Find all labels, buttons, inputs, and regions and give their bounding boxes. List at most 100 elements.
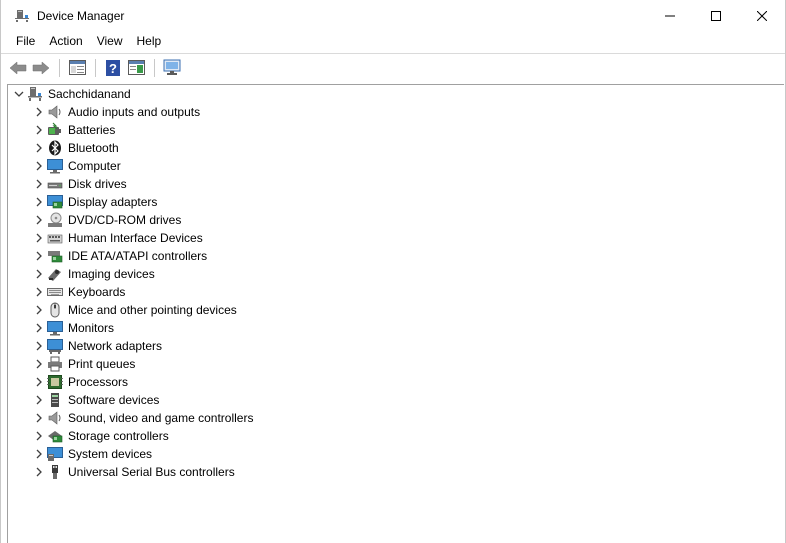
- expand-chevron-icon[interactable]: [31, 356, 47, 372]
- tree-item-batteries[interactable]: Batteries: [31, 121, 115, 139]
- monitor-icon: [47, 158, 63, 174]
- camera-icon: [47, 266, 63, 282]
- menu-file[interactable]: File: [9, 31, 42, 52]
- computer-tower-icon: [27, 86, 43, 102]
- printer-icon: [47, 356, 63, 372]
- show-hide-console-tree-icon: [127, 60, 145, 75]
- expand-chevron-icon[interactable]: [31, 140, 47, 156]
- tree-item-universal-serial-bus-controllers[interactable]: Universal Serial Bus controllers: [31, 463, 235, 481]
- tree-item-keyboards[interactable]: Keyboards: [31, 283, 125, 301]
- tree-item-monitors[interactable]: Monitors: [31, 319, 114, 337]
- tree-item-audio-inputs-and-outputs[interactable]: Audio inputs and outputs: [31, 103, 200, 121]
- forward-arrow-icon: [32, 60, 50, 75]
- disk-drive-icon: [47, 176, 63, 192]
- properties-pane-icon: [68, 60, 86, 75]
- mouse-icon: [47, 302, 63, 318]
- expand-chevron-icon[interactable]: [31, 104, 47, 120]
- toolbar-separator: [154, 58, 155, 77]
- close-button[interactable]: [739, 0, 785, 31]
- battery-icon: [47, 122, 63, 138]
- tree-item-ide-ata-atapi-controllers[interactable]: IDE ATA/ATAPI controllers: [31, 247, 207, 265]
- toolbar-separator: [95, 58, 96, 77]
- tree-item-human-interface-devices[interactable]: Human Interface Devices: [31, 229, 203, 247]
- system-device-icon: [47, 446, 63, 462]
- expand-chevron-icon[interactable]: [31, 266, 47, 282]
- tree-item-print-queues[interactable]: Print queues: [31, 355, 135, 373]
- help-icon: ?: [106, 59, 120, 76]
- tree-item-network-adapters[interactable]: Network adapters: [31, 337, 162, 355]
- expand-chevron-icon[interactable]: [31, 122, 47, 138]
- minimize-icon: [665, 15, 675, 16]
- expand-chevron-icon[interactable]: [31, 374, 47, 390]
- tree-root[interactable]: Sachchidanand: [11, 85, 131, 103]
- tree-item-software-devices[interactable]: Software devices: [31, 391, 159, 409]
- tree-item-storage-controllers[interactable]: Storage controllers: [31, 427, 169, 445]
- device-manager-app-icon: [15, 9, 29, 22]
- properties-pane-button[interactable]: [66, 57, 88, 79]
- menu-bar: File Action View Help: [1, 31, 785, 52]
- expand-chevron-icon[interactable]: [31, 302, 47, 318]
- collapse-chevron-icon[interactable]: [11, 86, 27, 102]
- forward-button[interactable]: [30, 57, 52, 79]
- window-title: Device Manager: [37, 8, 125, 23]
- menu-help[interactable]: Help: [130, 31, 169, 52]
- maximize-button[interactable]: [693, 0, 739, 31]
- bluetooth-icon: [47, 140, 63, 156]
- tree-item-computer[interactable]: Computer: [31, 157, 121, 175]
- processor-icon: [47, 374, 63, 390]
- toolbar: ?: [1, 53, 785, 82]
- tree-item-disk-drives[interactable]: Disk drives: [31, 175, 127, 193]
- tree-item-processors[interactable]: Processors: [31, 373, 128, 391]
- device-manager-window: Device Manager File Action View Help ? S…: [0, 0, 786, 543]
- expand-chevron-icon[interactable]: [31, 446, 47, 462]
- network-adapter-icon: [47, 338, 63, 354]
- tree-item-display-adapters[interactable]: Display adapters: [31, 193, 157, 211]
- display-adapter-icon: [47, 194, 63, 210]
- expand-chevron-icon[interactable]: [31, 338, 47, 354]
- svg-text:?: ?: [109, 61, 117, 76]
- expand-chevron-icon[interactable]: [31, 194, 47, 210]
- dvd-drive-icon: [47, 212, 63, 228]
- help-button[interactable]: ?: [102, 57, 124, 79]
- close-icon: [757, 10, 767, 21]
- expand-chevron-icon[interactable]: [31, 158, 47, 174]
- hid-icon: [47, 230, 63, 246]
- toolbar-separator: [59, 58, 60, 77]
- tree-item-imaging-devices[interactable]: Imaging devices: [31, 265, 155, 283]
- back-button[interactable]: [7, 57, 29, 79]
- menu-action[interactable]: Action: [42, 31, 89, 52]
- speaker-icon: [47, 104, 63, 120]
- scan-hardware-icon: [163, 59, 181, 75]
- tree-item-bluetooth[interactable]: Bluetooth: [31, 139, 119, 157]
- expand-chevron-icon[interactable]: [31, 392, 47, 408]
- minimize-button[interactable]: [647, 0, 693, 31]
- tree-item-sound-video-and-game-controllers[interactable]: Sound, video and game controllers: [31, 409, 253, 427]
- expand-chevron-icon[interactable]: [31, 320, 47, 336]
- expand-chevron-icon[interactable]: [31, 428, 47, 444]
- tree-root-label: Sachchidanand: [48, 87, 131, 101]
- back-arrow-icon: [9, 60, 27, 75]
- show-hide-console-tree-button[interactable]: [125, 57, 147, 79]
- expand-chevron-icon[interactable]: [31, 248, 47, 264]
- menu-view[interactable]: View: [90, 31, 130, 52]
- software-device-icon: [47, 392, 63, 408]
- expand-chevron-icon[interactable]: [31, 176, 47, 192]
- maximize-icon: [711, 10, 721, 21]
- ide-controller-icon: [47, 248, 63, 264]
- tree-item-dvd-cd-rom-drives[interactable]: DVD/CD-ROM drives: [31, 211, 181, 229]
- scan-hardware-button[interactable]: [161, 57, 183, 79]
- expand-chevron-icon[interactable]: [31, 464, 47, 480]
- expand-chevron-icon[interactable]: [31, 284, 47, 300]
- title-bar[interactable]: Device Manager: [1, 0, 785, 31]
- tree-item-mice-and-other-pointing-devices[interactable]: Mice and other pointing devices: [31, 301, 237, 319]
- keyboard-icon: [47, 284, 63, 300]
- monitor-icon: [47, 320, 63, 336]
- storage-controller-icon: [47, 428, 63, 444]
- expand-chevron-icon[interactable]: [31, 230, 47, 246]
- sound-controller-icon: [47, 410, 63, 426]
- expand-chevron-icon[interactable]: [31, 410, 47, 426]
- device-tree-pane[interactable]: Sachchidanand Audio inputs and outputs B…: [7, 84, 784, 543]
- expand-chevron-icon[interactable]: [31, 212, 47, 228]
- usb-icon: [47, 464, 63, 480]
- tree-item-system-devices[interactable]: System devices: [31, 445, 152, 463]
